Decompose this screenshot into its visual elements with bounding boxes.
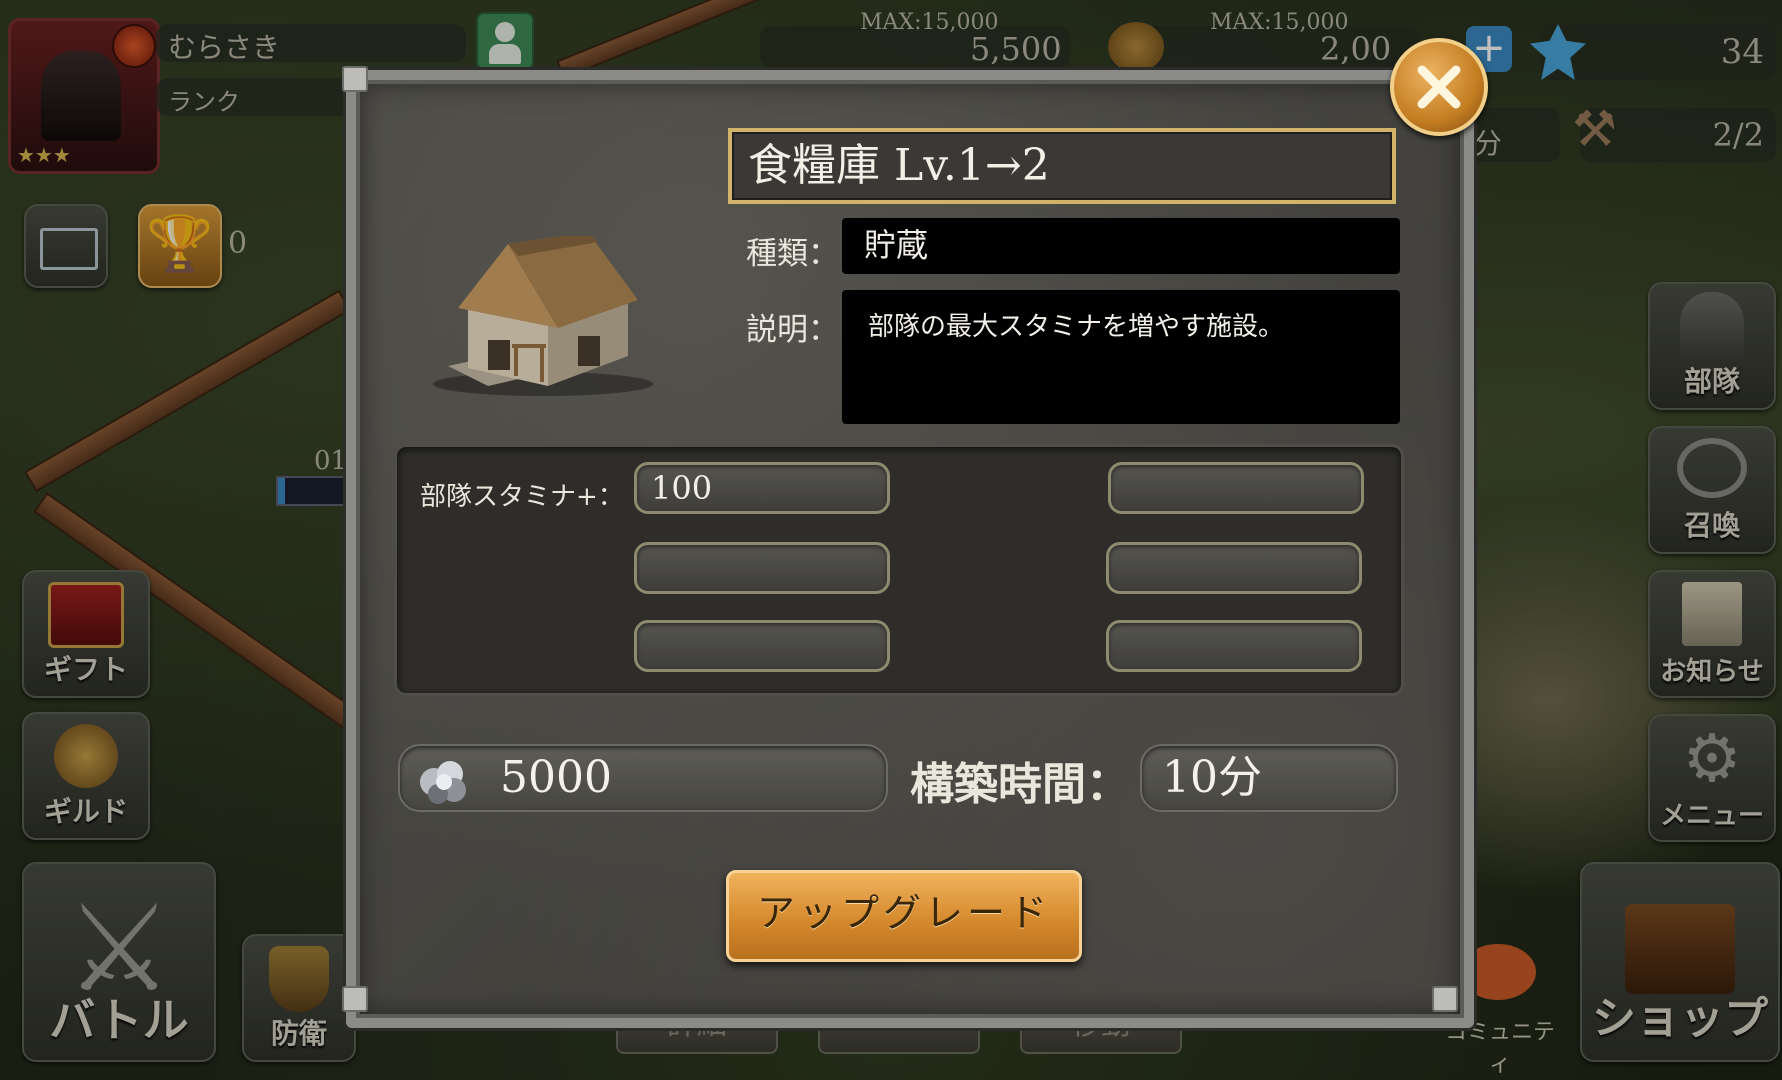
build-time-value: 10分 (1162, 752, 1262, 803)
stat-slot-empty (1108, 462, 1364, 514)
stat-slot-empty (1106, 542, 1362, 594)
description-text: 部隊の最大スタミナを増やす施設。 (868, 312, 1285, 342)
cost-value: 5000 (500, 752, 612, 803)
stat-value-slot: 100 (634, 462, 890, 514)
stat-slot-empty (1106, 620, 1362, 672)
frame-corner (1432, 986, 1458, 1012)
stat-value: 100 (651, 469, 713, 507)
cost-pill: 5000 (398, 744, 888, 812)
type-value-box: 貯蔵 (842, 218, 1400, 274)
dialog-title: 食糧庫 Lv.1→2 (728, 128, 1396, 204)
stone-resource-icon (420, 761, 466, 804)
type-label: 種類： (746, 236, 839, 272)
stat-slot-empty (634, 620, 890, 672)
close-icon (1417, 65, 1461, 109)
description-box: 部隊の最大スタミナを増やす施設。 (842, 290, 1400, 424)
stat-label: 部隊スタミナ+： (420, 482, 624, 512)
upgrade-button[interactable]: アップグレード (726, 870, 1082, 962)
build-time-pill: 10分 (1140, 744, 1398, 812)
granary-building-image (433, 236, 653, 396)
stat-slot-empty (634, 542, 890, 594)
close-button[interactable] (1390, 38, 1488, 136)
description-label: 説明： (746, 312, 839, 348)
type-value: 貯蔵 (864, 226, 929, 264)
frame-corner (342, 66, 368, 92)
build-time-label: 構築時間： (910, 759, 1130, 810)
frame-corner (342, 986, 368, 1012)
